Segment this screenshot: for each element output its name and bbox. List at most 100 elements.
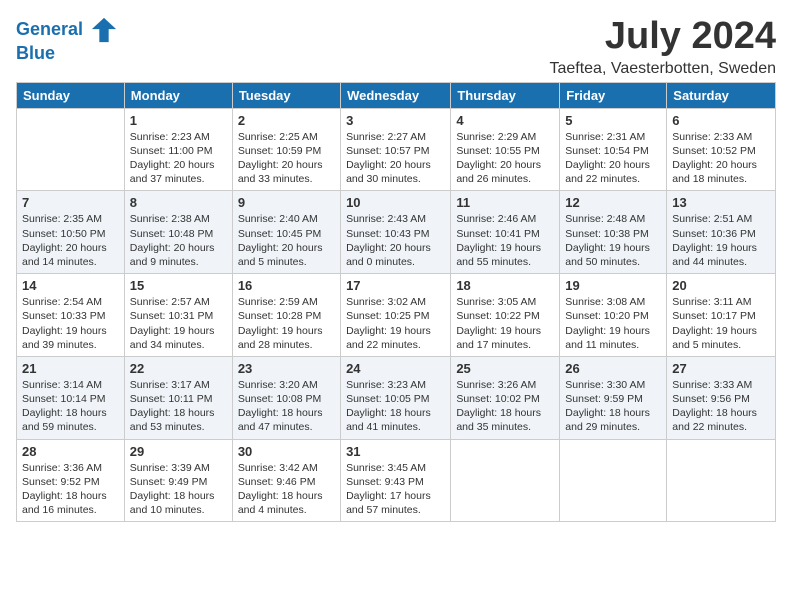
day-info: Sunrise: 3:42 AM Sunset: 9:46 PM Dayligh… bbox=[238, 461, 335, 518]
calendar-cell: 29 Sunrise: 3:39 AM Sunset: 9:49 PM Dayli… bbox=[124, 439, 232, 522]
day-info: Sunrise: 3:08 AM Sunset: 10:20 PM Daylig… bbox=[565, 295, 661, 352]
calendar-cell: 6 Sunrise: 2:33 AM Sunset: 10:52 PM Dayli… bbox=[667, 108, 776, 191]
weekday-header-cell: Friday bbox=[560, 82, 667, 108]
day-number: 16 bbox=[238, 278, 335, 293]
day-number: 10 bbox=[346, 195, 445, 210]
calendar-week-row: 28Sunrise: 3:36 AM Sunset: 9:52 PM Dayli… bbox=[17, 439, 776, 522]
day-number: 29 bbox=[130, 444, 227, 459]
calendar-week-row: 1 Sunrise: 2:23 AM Sunset: 11:00 PM Dayli… bbox=[17, 108, 776, 191]
day-number: 13 bbox=[672, 195, 770, 210]
day-number: 9 bbox=[238, 195, 335, 210]
day-number: 8 bbox=[130, 195, 227, 210]
day-info: Sunrise: 2:54 AM Sunset: 10:33 PM Daylig… bbox=[22, 295, 119, 352]
day-info: Sunrise: 2:51 AM Sunset: 10:36 PM Daylig… bbox=[672, 212, 770, 269]
day-info: Sunrise: 3:33 AM Sunset: 9:56 PM Dayligh… bbox=[672, 378, 770, 435]
calendar-cell bbox=[667, 439, 776, 522]
day-info: Sunrise: 2:31 AM Sunset: 10:54 PM Daylig… bbox=[565, 130, 661, 187]
day-info: Sunrise: 3:11 AM Sunset: 10:17 PM Daylig… bbox=[672, 295, 770, 352]
day-info: Sunrise: 3:39 AM Sunset: 9:49 PM Dayligh… bbox=[130, 461, 227, 518]
day-number: 24 bbox=[346, 361, 445, 376]
calendar-cell: 3 Sunrise: 2:27 AM Sunset: 10:57 PM Dayli… bbox=[341, 108, 451, 191]
calendar-cell: 4Sunrise: 2:29 AM Sunset: 10:55 PM Dayli… bbox=[451, 108, 560, 191]
weekday-header-cell: Wednesday bbox=[341, 82, 451, 108]
day-number: 26 bbox=[565, 361, 661, 376]
day-number: 28 bbox=[22, 444, 119, 459]
calendar-week-row: 21 Sunrise: 3:14 AM Sunset: 10:14 PM Dayl… bbox=[17, 356, 776, 439]
calendar-cell: 1 Sunrise: 2:23 AM Sunset: 11:00 PM Dayli… bbox=[124, 108, 232, 191]
location-title: Taeftea, Vaesterbotten, Sweden bbox=[549, 60, 776, 78]
day-info: Sunrise: 2:43 AM Sunset: 10:43 PM Daylig… bbox=[346, 212, 445, 269]
month-title: July 2024 bbox=[549, 16, 776, 58]
calendar-cell: 14 Sunrise: 2:54 AM Sunset: 10:33 PM Dayl… bbox=[17, 274, 125, 357]
weekday-header-cell: Sunday bbox=[17, 82, 125, 108]
calendar-cell: 5 Sunrise: 2:31 AM Sunset: 10:54 PM Dayli… bbox=[560, 108, 667, 191]
page-header: General Blue July 2024 Taeftea, Vaesterb… bbox=[16, 16, 776, 78]
calendar-cell: 2Sunrise: 2:25 AM Sunset: 10:59 PM Dayli… bbox=[232, 108, 340, 191]
calendar-week-row: 7Sunrise: 2:35 AM Sunset: 10:50 PM Dayli… bbox=[17, 191, 776, 274]
day-number: 3 bbox=[346, 113, 445, 128]
calendar-cell: 7Sunrise: 2:35 AM Sunset: 10:50 PM Dayli… bbox=[17, 191, 125, 274]
calendar-cell: 15 Sunrise: 2:57 AM Sunset: 10:31 PM Dayl… bbox=[124, 274, 232, 357]
day-number: 18 bbox=[456, 278, 554, 293]
day-info: Sunrise: 2:33 AM Sunset: 10:52 PM Daylig… bbox=[672, 130, 770, 187]
calendar-cell bbox=[451, 439, 560, 522]
day-number: 2 bbox=[238, 113, 335, 128]
calendar-cell: 31 Sunrise: 3:45 AM Sunset: 9:43 PM Dayli… bbox=[341, 439, 451, 522]
calendar-cell: 11 Sunrise: 2:46 AM Sunset: 10:41 PM Dayl… bbox=[451, 191, 560, 274]
logo: General Blue bbox=[16, 16, 118, 64]
weekday-header-cell: Monday bbox=[124, 82, 232, 108]
weekday-header-row: SundayMondayTuesdayWednesdayThursdayFrid… bbox=[17, 82, 776, 108]
day-info: Sunrise: 3:02 AM Sunset: 10:25 PM Daylig… bbox=[346, 295, 445, 352]
day-info: Sunrise: 3:45 AM Sunset: 9:43 PM Dayligh… bbox=[346, 461, 445, 518]
day-number: 27 bbox=[672, 361, 770, 376]
day-number: 5 bbox=[565, 113, 661, 128]
calendar-table: SundayMondayTuesdayWednesdayThursdayFrid… bbox=[16, 82, 776, 522]
day-number: 7 bbox=[22, 195, 119, 210]
calendar-cell: 13 Sunrise: 2:51 AM Sunset: 10:36 PM Dayl… bbox=[667, 191, 776, 274]
calendar-cell: 18 Sunrise: 3:05 AM Sunset: 10:22 PM Dayl… bbox=[451, 274, 560, 357]
weekday-header-cell: Tuesday bbox=[232, 82, 340, 108]
day-number: 15 bbox=[130, 278, 227, 293]
weekday-header-cell: Saturday bbox=[667, 82, 776, 108]
calendar-cell: 21 Sunrise: 3:14 AM Sunset: 10:14 PM Dayl… bbox=[17, 356, 125, 439]
day-info: Sunrise: 2:57 AM Sunset: 10:31 PM Daylig… bbox=[130, 295, 227, 352]
calendar-cell: 17 Sunrise: 3:02 AM Sunset: 10:25 PM Dayl… bbox=[341, 274, 451, 357]
day-info: Sunrise: 3:20 AM Sunset: 10:08 PM Daylig… bbox=[238, 378, 335, 435]
day-info: Sunrise: 2:59 AM Sunset: 10:28 PM Daylig… bbox=[238, 295, 335, 352]
day-number: 14 bbox=[22, 278, 119, 293]
calendar-cell: 22Sunrise: 3:17 AM Sunset: 10:11 PM Dayl… bbox=[124, 356, 232, 439]
day-number: 6 bbox=[672, 113, 770, 128]
day-info: Sunrise: 3:05 AM Sunset: 10:22 PM Daylig… bbox=[456, 295, 554, 352]
calendar-cell: 8 Sunrise: 2:38 AM Sunset: 10:48 PM Dayli… bbox=[124, 191, 232, 274]
calendar-cell: 27 Sunrise: 3:33 AM Sunset: 9:56 PM Dayli… bbox=[667, 356, 776, 439]
day-info: Sunrise: 2:46 AM Sunset: 10:41 PM Daylig… bbox=[456, 212, 554, 269]
calendar-cell: 9Sunrise: 2:40 AM Sunset: 10:45 PM Dayli… bbox=[232, 191, 340, 274]
day-info: Sunrise: 3:14 AM Sunset: 10:14 PM Daylig… bbox=[22, 378, 119, 435]
day-info: Sunrise: 3:26 AM Sunset: 10:02 PM Daylig… bbox=[456, 378, 554, 435]
day-number: 23 bbox=[238, 361, 335, 376]
day-info: Sunrise: 2:23 AM Sunset: 11:00 PM Daylig… bbox=[130, 130, 227, 187]
day-number: 17 bbox=[346, 278, 445, 293]
calendar-cell: 24 Sunrise: 3:23 AM Sunset: 10:05 PM Dayl… bbox=[341, 356, 451, 439]
day-number: 20 bbox=[672, 278, 770, 293]
day-number: 25 bbox=[456, 361, 554, 376]
day-number: 19 bbox=[565, 278, 661, 293]
day-info: Sunrise: 3:23 AM Sunset: 10:05 PM Daylig… bbox=[346, 378, 445, 435]
day-number: 31 bbox=[346, 444, 445, 459]
calendar-body: 1 Sunrise: 2:23 AM Sunset: 11:00 PM Dayli… bbox=[17, 108, 776, 521]
calendar-cell: 30Sunrise: 3:42 AM Sunset: 9:46 PM Dayli… bbox=[232, 439, 340, 522]
day-number: 4 bbox=[456, 113, 554, 128]
calendar-week-row: 14 Sunrise: 2:54 AM Sunset: 10:33 PM Dayl… bbox=[17, 274, 776, 357]
day-number: 1 bbox=[130, 113, 227, 128]
calendar-cell: 20 Sunrise: 3:11 AM Sunset: 10:17 PM Dayl… bbox=[667, 274, 776, 357]
calendar-cell: 26 Sunrise: 3:30 AM Sunset: 9:59 PM Dayli… bbox=[560, 356, 667, 439]
day-info: Sunrise: 2:38 AM Sunset: 10:48 PM Daylig… bbox=[130, 212, 227, 269]
day-number: 21 bbox=[22, 361, 119, 376]
calendar-cell: 16 Sunrise: 2:59 AM Sunset: 10:28 PM Dayl… bbox=[232, 274, 340, 357]
day-info: Sunrise: 2:48 AM Sunset: 10:38 PM Daylig… bbox=[565, 212, 661, 269]
calendar-cell: 12Sunrise: 2:48 AM Sunset: 10:38 PM Dayl… bbox=[560, 191, 667, 274]
calendar-cell: 23 Sunrise: 3:20 AM Sunset: 10:08 PM Dayl… bbox=[232, 356, 340, 439]
day-info: Sunrise: 2:27 AM Sunset: 10:57 PM Daylig… bbox=[346, 130, 445, 187]
day-number: 11 bbox=[456, 195, 554, 210]
day-info: Sunrise: 3:30 AM Sunset: 9:59 PM Dayligh… bbox=[565, 378, 661, 435]
